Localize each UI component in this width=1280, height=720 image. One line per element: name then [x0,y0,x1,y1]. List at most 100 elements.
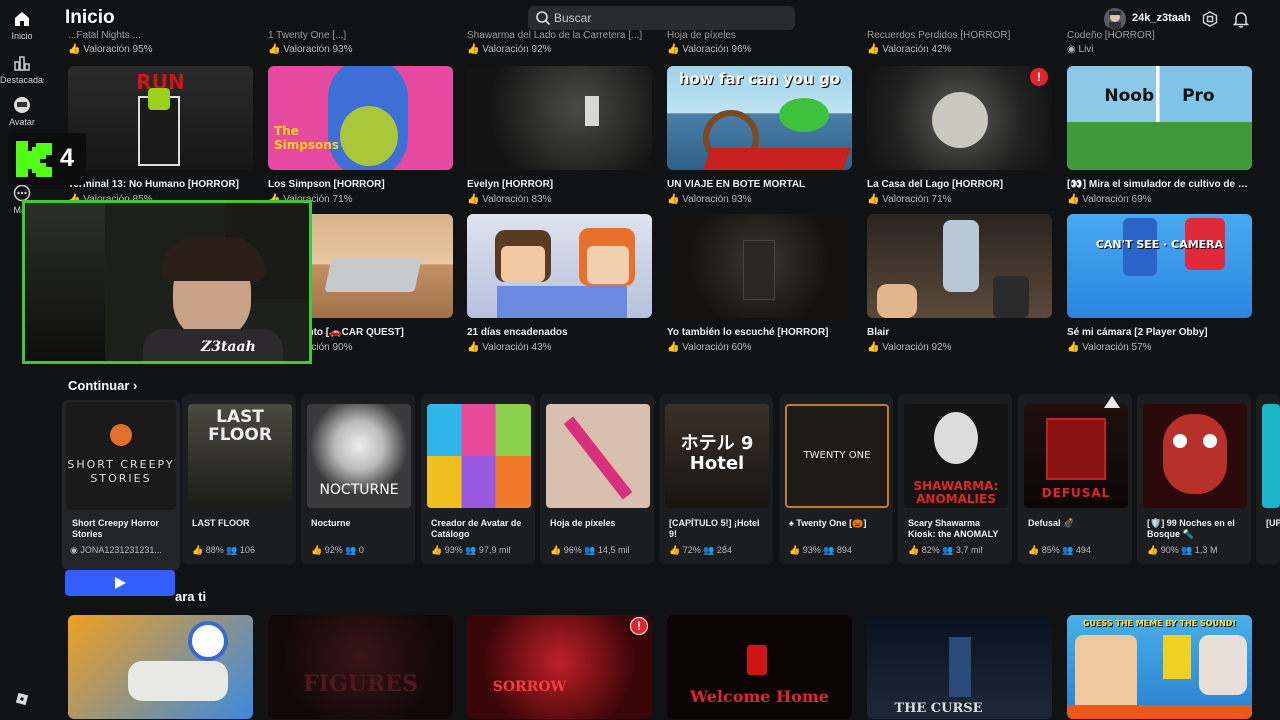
creature-eye [1203,434,1217,448]
game-thumbnail[interactable] [467,214,652,318]
play-button[interactable] [65,570,175,596]
avatar-icon [14,97,30,113]
game-card[interactable]: Noob Pro [👀] Mira el simulador de cultiv… [1067,66,1252,205]
sidebar-item-featured[interactable]: Destacadas [0,54,44,85]
game-title: ♠ Twenty One [🎃] [789,518,867,528]
continue-card[interactable]: SHORT CREEPY STORIES Short Creepy Horror… [62,400,180,570]
game-thumbnail[interactable]: ! SORROW [467,615,652,719]
game-card[interactable]: Welcome Home [667,615,852,719]
game-title[interactable]: La Casa del Lago [HORROR] [867,179,1052,190]
game-stats: 👍 93% 👥 97,9 mil [431,545,511,555]
game-thumbnail[interactable]: Welcome Home [667,615,852,719]
continue-card[interactable]: [🛡️] 99 Noches en el Bosque 🔦 👍 90% 👥 1,… [1137,394,1251,564]
game-title[interactable]: Sé mi cámara [2 Player Obby] [1067,327,1252,338]
sidebar-item-home[interactable]: Inicio [0,10,44,41]
continue-card[interactable]: LAST FLOOR LAST FLOOR 👍 88% 👥 106 [182,394,296,564]
game-thumbnail[interactable]: NOCTURNE [307,404,411,508]
game-title[interactable]: [👀] Mira el simulador de cultivo de cés.… [1067,179,1252,190]
game-thumbnail[interactable]: GUESS THE MEME BY THE SOUND! [1067,615,1252,719]
continue-card[interactable]: [UP [1256,394,1280,564]
continue-card[interactable]: ホテル 9 Hotel [CAPÍTULO 5!] ¡Hotel 9! 👍 72… [659,394,773,564]
game-thumbnail[interactable]: FIGURES [268,615,453,719]
game-title[interactable]: Recuerdos Perdidos [HORROR] [867,30,1052,41]
thumbnail-text: NOCTURNE [319,482,399,498]
game-card[interactable]: Blair 👍 Valoración 92% [867,214,1052,353]
car [128,661,228,701]
roblox-logo-icon[interactable] [15,692,29,706]
game-thumbnail[interactable]: THE CURSE [867,615,1052,719]
sidebar-item-avatar[interactable]: Avatar [0,96,44,127]
game-thumbnail[interactable]: ホテル 9 Hotel [665,404,769,508]
robux-icon[interactable] [1202,11,1218,27]
game-title[interactable]: Blair [867,327,1052,338]
game-stats: 👍 92% 👥 0 [311,545,364,555]
game-creator: ◉ JONA1231231231... [70,545,162,555]
game-thumbnail[interactable] [867,214,1052,318]
game-card[interactable]: 21 días encadenados 👍 Valoración 43% [467,214,652,353]
notification-bell-icon[interactable] [1233,10,1249,28]
game-thumbnail[interactable] [427,404,531,508]
game-thumbnail[interactable]: RUN [68,66,253,170]
search-input[interactable] [554,6,789,30]
continue-card[interactable]: Creador de Avatar de Catálogo 👍 93% 👥 97… [421,394,535,564]
game-thumbnail[interactable]: LAST FLOOR [188,404,292,508]
game-card[interactable]: CAN'T SEE · CAMERA Sé mi cámara [2 Playe… [1067,214,1252,353]
game-thumbnail[interactable] [667,214,852,318]
game-title[interactable]: Codeño [HORROR] [1067,30,1252,41]
game-card[interactable]: THE CURSE [867,615,1052,719]
game-card[interactable]: RUN Terminal 13: No Humano [HORROR] 👍 Va… [68,66,253,205]
game-rating: 👍 Valoración 71% [867,194,952,205]
game-title[interactable]: Los Simpson [HORROR] [268,179,453,190]
game-stats: 👍 72% 👥 284 [669,545,732,555]
game-title[interactable]: Evelyn [HORROR] [467,179,652,190]
game-title[interactable]: Yo también lo escuché [HORROR] [667,327,852,338]
game-stats: 👍 82% 👥 3,7 mil [908,545,983,555]
game-thumbnail[interactable]: DEFUSAL [1024,404,1128,508]
game-thumbnail[interactable]: CAN'T SEE · CAMERA [1067,214,1252,318]
camera-device [993,276,1029,318]
search-bar[interactable] [528,6,795,30]
game-title[interactable]: ...Fatal Nights ... [68,30,253,41]
game-thumbnail[interactable]: SHAWARMA: ANOMALIES [904,404,1008,508]
game-thumbnail[interactable] [68,615,253,719]
game-thumbnail[interactable]: Noob Pro [1067,66,1252,170]
game-thumbnail[interactable]: ! [867,66,1052,170]
game-title[interactable]: Hoja de píxeles [667,30,852,41]
game-card[interactable]: ! SORROW [467,615,652,719]
game-title[interactable]: Terminal 13: No Humano [HORROR] [68,179,253,190]
continue-card[interactable]: NOCTURNE Nocturne 👍 92% 👥 0 [301,394,415,564]
game-card[interactable]: ! La Casa del Lago [HORROR] 👍 Valoración… [867,66,1052,205]
username[interactable]: 24k_z3taah [1132,12,1191,24]
game-thumbnail[interactable] [467,66,652,170]
game-thumbnail[interactable]: SHORT CREEPY STORIES [66,402,176,510]
game-title: Defusal 💣 [1028,518,1075,528]
thumbnail-text: SORROW [492,679,567,695]
game-title[interactable]: 21 días encadenados [467,327,652,338]
recommended-section-title[interactable]: ara ti [175,589,206,604]
continue-card[interactable]: TWENTY ONE ♠ Twenty One [🎃] 👍 93% 👥 894 [779,394,893,564]
game-card[interactable]: GUESS THE MEME BY THE SOUND! [1067,615,1252,719]
game-thumbnail[interactable]: The Simpsons [268,66,453,170]
game-card[interactable]: how far can you go UN VIAJE EN BOTE MORT… [667,66,852,205]
game-rating: 👍 Valoración 69% [1067,194,1152,205]
game-thumbnail[interactable] [1143,404,1247,508]
continue-card[interactable]: Hoja de píxeles 👍 96% 👥 14,5 mil [540,394,654,564]
game-thumbnail[interactable]: TWENTY ONE [785,404,889,508]
game-card[interactable]: FIGURES [268,615,453,719]
continue-card[interactable]: DEFUSAL Defusal 💣 👍 85% 👥 494 [1018,394,1132,564]
game-title[interactable]: 1 Twenty One [...] [268,30,453,41]
game-thumbnail[interactable] [1262,404,1280,508]
game-title[interactable]: Shawarma del Lado de la Carretera [...] [467,30,652,41]
game-card[interactable]: Evelyn [HORROR] 👍 Valoración 83% [467,66,652,205]
game-thumbnail[interactable] [546,404,650,508]
game-title[interactable]: UN VIAJE EN BOTE MORTAL [667,179,852,190]
game-card[interactable]: The Simpsons Los Simpson [HORROR] 👍 Valo… [268,66,453,205]
continue-card[interactable]: SHAWARMA: ANOMALIES Scary Shawarma Kiosk… [898,394,1012,564]
game-card[interactable] [68,615,253,719]
game-rating: 👍 Valoración 95% [68,44,153,55]
avatar[interactable] [1104,8,1126,30]
streamer-hair [161,237,265,281]
continue-section-title[interactable]: Continuar › [68,378,137,393]
game-thumbnail[interactable]: how far can you go [667,66,852,170]
game-card[interactable]: Yo también lo escuché [HORROR] 👍 Valorac… [667,214,852,353]
